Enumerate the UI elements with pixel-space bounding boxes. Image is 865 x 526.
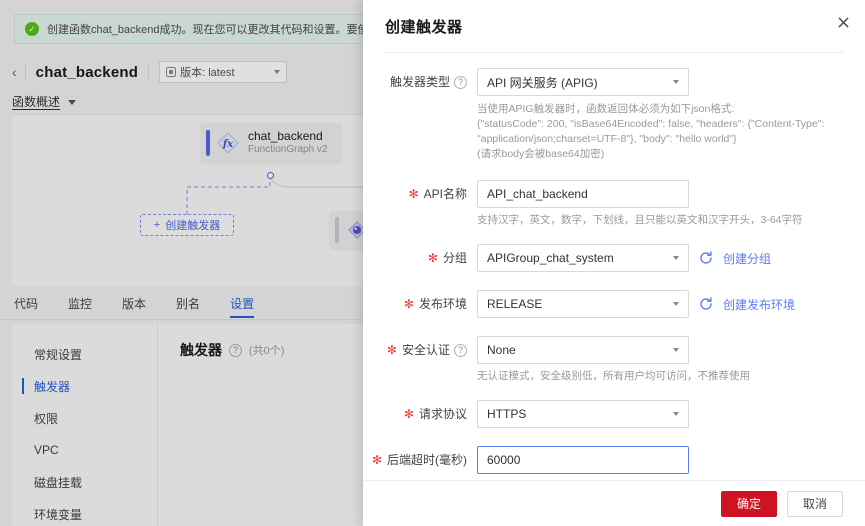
timeout-hint: 后端超时设置1-60,000毫秒的范围内 xyxy=(477,479,807,480)
protocol-select[interactable]: HTTPS xyxy=(477,400,689,428)
trigger-type-hint: 当使用APIG触发器时，函数返回体必须为如下json格式: {"statusCo… xyxy=(477,102,843,162)
field-timeout-label: ✻ 后端超时(毫秒) xyxy=(372,446,477,474)
close-icon[interactable] xyxy=(833,12,853,32)
api-name-value: API_chat_backend xyxy=(487,187,588,201)
api-name-label-text: API名称 xyxy=(423,187,467,201)
field-protocol: ✻ 请求协议 HTTPS xyxy=(385,400,843,428)
auth-hint: 无认证模式，安全级别低，所有用户均可访问，不推荐使用 xyxy=(477,370,750,382)
dialog-header: 创建触发器 xyxy=(363,0,865,52)
group-select[interactable]: APIGroup_chat_system xyxy=(477,244,689,272)
chevron-down-icon xyxy=(673,80,679,84)
screen-root: ✓ 创建函数chat_backend成功。现在您可以更改其代码和设置。要使用测试… xyxy=(0,0,865,526)
required-star-icon: ✻ xyxy=(427,251,438,265)
dialog-title: 创建触发器 xyxy=(385,18,463,36)
field-api-name: ✻ API名称 API_chat_backend 支持汉字，英文，数字，下划线，… xyxy=(385,180,843,228)
create-env-link[interactable]: 创建发布环境 xyxy=(723,296,795,313)
auth-value: None xyxy=(487,343,516,357)
env-value: RELEASE xyxy=(487,297,543,311)
trigger-type-hint-line-4: (请求body会被base64加密) xyxy=(477,148,605,160)
trigger-type-label-text: 触发器类型 xyxy=(389,75,450,89)
field-trigger-type-label: 触发器类型 ? xyxy=(385,68,477,96)
auth-select[interactable]: None xyxy=(477,336,689,364)
group-value: APIGroup_chat_system xyxy=(487,251,614,265)
confirm-button[interactable]: 确定 xyxy=(721,490,777,517)
protocol-value: HTTPS xyxy=(487,407,527,421)
trigger-type-value: API 网关服务 (APIG) xyxy=(487,75,598,90)
required-star-icon: ✻ xyxy=(386,343,397,357)
refresh-icon[interactable] xyxy=(699,297,713,311)
group-label-text: 分组 xyxy=(442,251,467,265)
field-trigger-type: 触发器类型 ? API 网关服务 (APIG) 当使用APIG触发器时，函数返回… xyxy=(385,68,843,162)
trigger-type-hint-line-1: 当使用APIG触发器时，函数返回体必须为如下json格式: xyxy=(477,103,735,115)
field-protocol-label: ✻ 请求协议 xyxy=(385,400,477,428)
api-name-input[interactable]: API_chat_backend xyxy=(477,180,689,208)
chevron-down-icon xyxy=(673,348,679,352)
refresh-icon[interactable] xyxy=(699,251,713,265)
trigger-type-select[interactable]: API 网关服务 (APIG) xyxy=(477,68,689,96)
cancel-button[interactable]: 取消 xyxy=(787,490,843,517)
question-mark-icon[interactable]: ? xyxy=(454,75,467,89)
env-label-text: 发布环境 xyxy=(418,297,467,311)
required-star-icon: ✻ xyxy=(403,297,414,311)
field-env: ✻ 发布环境 RELEASE 创建发布环境 xyxy=(385,290,843,318)
dialog-body: 触发器类型 ? API 网关服务 (APIG) 当使用APIG触发器时，函数返回… xyxy=(363,52,865,480)
field-env-label: ✻ 发布环境 xyxy=(385,290,477,318)
trigger-type-hint-line-3: "application/json;charset=UTF-8"}, "body… xyxy=(477,133,737,145)
trigger-type-hint-line-2: {"statusCode": 200, "isBase64Encoded": f… xyxy=(477,118,825,130)
question-mark-icon[interactable]: ? xyxy=(454,343,467,357)
create-group-link[interactable]: 创建分组 xyxy=(723,250,771,267)
api-name-hint: 支持汉字，英文，数字，下划线，且只能以英文和汉字开头，3-64字符 xyxy=(477,214,803,226)
required-star-icon: ✻ xyxy=(371,453,382,467)
create-trigger-dialog: 创建触发器 触发器类型 ? API 网关服务 (APIG) 当使用APIG触发器… xyxy=(363,0,865,526)
field-api-name-control-wrap: API_chat_backend 支持汉字，英文，数字，下划线，且只能以英文和汉… xyxy=(477,180,843,228)
field-api-name-label: ✻ API名称 xyxy=(385,180,477,208)
dialog-footer: 确定 取消 xyxy=(363,480,865,526)
field-timeout: ✻ 后端超时(毫秒) 60000 后端超时设置1-60,000毫秒的范围内 xyxy=(372,446,843,480)
field-group-label: ✻ 分组 xyxy=(385,244,477,272)
field-group: ✻ 分组 APIGroup_chat_system 创建分组 xyxy=(385,244,843,272)
chevron-down-icon xyxy=(673,256,679,260)
field-group-control-wrap: APIGroup_chat_system 创建分组 xyxy=(477,244,843,272)
field-auth-label: ✻ 安全认证 ? xyxy=(385,336,477,364)
required-star-icon: ✻ xyxy=(408,187,419,201)
field-auth: ✻ 安全认证 ? None 无认证模式，安全级别低，所有用户均可访问，不推荐使用 xyxy=(385,336,843,384)
field-env-control-wrap: RELEASE 创建发布环境 xyxy=(477,290,843,318)
chevron-down-icon xyxy=(673,412,679,416)
field-protocol-control-wrap: HTTPS xyxy=(477,400,843,428)
auth-label-text: 安全认证 xyxy=(401,343,450,357)
protocol-label-text: 请求协议 xyxy=(418,407,467,421)
chevron-down-icon xyxy=(673,302,679,306)
field-timeout-control-wrap: 60000 后端超时设置1-60,000毫秒的范围内 xyxy=(477,446,843,480)
required-star-icon: ✻ xyxy=(403,407,414,421)
timeout-input[interactable]: 60000 xyxy=(477,446,689,474)
timeout-value: 60000 xyxy=(487,453,521,467)
field-auth-control-wrap: None 无认证模式，安全级别低，所有用户均可访问，不推荐使用 xyxy=(477,336,843,384)
field-trigger-type-control-wrap: API 网关服务 (APIG) 当使用APIG触发器时，函数返回体必须为如下js… xyxy=(477,68,843,162)
env-select[interactable]: RELEASE xyxy=(477,290,689,318)
timeout-label-text: 后端超时(毫秒) xyxy=(387,453,467,467)
